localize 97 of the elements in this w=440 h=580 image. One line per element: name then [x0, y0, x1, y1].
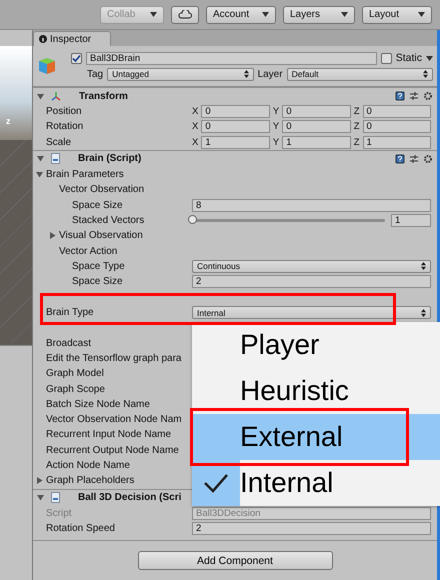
number-field[interactable]: 0 [201, 120, 270, 134]
expanded-triangle-icon[interactable] [37, 494, 44, 502]
field-label: Recurrent Input Node Name [46, 429, 172, 440]
axis-label: X [192, 106, 198, 118]
checkmark-icon [203, 473, 229, 493]
field-label: Stacked Vectors [72, 214, 144, 226]
number-field[interactable]: 0 [282, 105, 351, 118]
name-field[interactable]: Ball3DBrain [86, 52, 377, 64]
axis-label: Z [354, 136, 360, 148]
number-field[interactable]: 1 [362, 136, 431, 149]
info-icon [39, 35, 47, 43]
help-icon [395, 154, 405, 164]
field-label: Space Size [72, 276, 123, 288]
caret-icon [426, 56, 433, 60]
expanded-triangle-icon[interactable] [36, 171, 43, 178]
collapsed-triangle-icon[interactable] [36, 477, 43, 484]
caret-icon [418, 12, 425, 17]
field-label: Recurrent Output Node Name [46, 444, 179, 456]
preset-icon [409, 91, 419, 101]
static-checkbox[interactable] [380, 52, 392, 64]
preset-icon [409, 154, 419, 164]
field-label: Graph Scope [46, 384, 105, 395]
field-label: Graph Placeholders [46, 475, 134, 486]
axis-label: Y [272, 106, 280, 118]
cloud-button[interactable] [171, 6, 199, 24]
field-label: Visual Observation [59, 230, 143, 242]
menu-item[interactable]: Player [192, 322, 440, 368]
dropdown[interactable]: Continuous [192, 260, 431, 273]
axis-label: X [192, 136, 198, 148]
component-title: Brain (Script) [78, 153, 142, 164]
field-label: Position [46, 106, 82, 118]
add-component-button[interactable]: Add Component [138, 551, 332, 570]
active-checkbox[interactable] [71, 52, 82, 64]
slider-thumb[interactable] [188, 214, 197, 224]
field-label: Scale [46, 136, 72, 148]
tag-label: Tag [87, 68, 104, 80]
updown-arrows-icon [421, 262, 426, 270]
updown-arrows-icon [423, 70, 428, 78]
axis-label: Z [354, 106, 360, 118]
toolbar-dropdown[interactable]: Account [206, 6, 276, 24]
number-field[interactable]: 1 [282, 136, 351, 149]
field-label: Space Type [72, 260, 125, 272]
updown-arrows-icon [421, 308, 426, 317]
field-label: Edit the Tensorflow graph para [46, 353, 182, 364]
field-label: Brain Parameters [46, 169, 124, 180]
toolbar-dropdown[interactable]: Layout [362, 6, 432, 24]
number-field[interactable]: 1 [391, 214, 431, 227]
axis-label: Y [272, 136, 280, 148]
component-title: Transform [79, 90, 129, 102]
layer-label: Layer [258, 68, 283, 80]
inspector-tab[interactable]: Inspector [33, 31, 111, 46]
number-field[interactable]: 0 [362, 120, 431, 134]
menu-item[interactable]: External [192, 414, 440, 460]
number-field[interactable]: 0 [362, 105, 431, 118]
component-title: Ball 3D Decision (Scri [78, 492, 182, 504]
field-label: Vector Observation [59, 184, 144, 196]
axis-label: X [192, 121, 198, 132]
number-field[interactable]: 2 [192, 275, 431, 288]
number-field[interactable]: 1 [201, 136, 270, 149]
field-label: Action Node Name [46, 460, 130, 472]
settings-icon [423, 154, 433, 164]
expanded-triangle-icon[interactable] [37, 155, 44, 162]
script-icon [51, 153, 60, 164]
number-field[interactable]: 2 [192, 522, 431, 535]
caret-icon [262, 12, 269, 17]
caret-icon [341, 12, 348, 17]
field-label: Vector Observation Node Nam [46, 414, 182, 426]
cloud-icon [178, 10, 192, 19]
tag-dropdown[interactable]: Untagged [107, 68, 254, 80]
axis-label: Y [272, 121, 280, 132]
field-label: Rotation [46, 121, 84, 132]
layer-dropdown[interactable]: Default [286, 68, 434, 80]
cube-icon [37, 56, 57, 76]
static-label: Static [396, 52, 422, 64]
field-label: Batch Size Node Name [46, 398, 150, 410]
settings-icon [423, 91, 433, 101]
field-label: Brain Type [46, 307, 94, 318]
number-field[interactable]: 0 [282, 120, 351, 134]
caret-icon [150, 12, 157, 17]
axis-label: Z [354, 121, 360, 132]
script-icon [51, 492, 60, 504]
dropdown[interactable]: Internal [192, 306, 431, 320]
collapsed-triangle-icon[interactable] [49, 232, 56, 240]
axis-label: z [6, 116, 10, 126]
number-field[interactable]: 0 [201, 105, 270, 118]
field-label: Vector Action [59, 246, 118, 257]
field-label: Script [46, 508, 72, 519]
number-field[interactable]: 8 [192, 198, 431, 212]
updown-arrows-icon [244, 70, 249, 78]
expanded-triangle-icon[interactable] [37, 92, 44, 100]
help-icon [395, 91, 405, 101]
axes-icon [51, 91, 61, 101]
field-label: Graph Model [46, 368, 104, 380]
toolbar-dropdown[interactable]: Layers [283, 6, 355, 24]
field-label: Rotation Speed [46, 522, 115, 534]
field-label: Broadcast [46, 338, 92, 349]
field-label: Space Size [72, 200, 123, 211]
